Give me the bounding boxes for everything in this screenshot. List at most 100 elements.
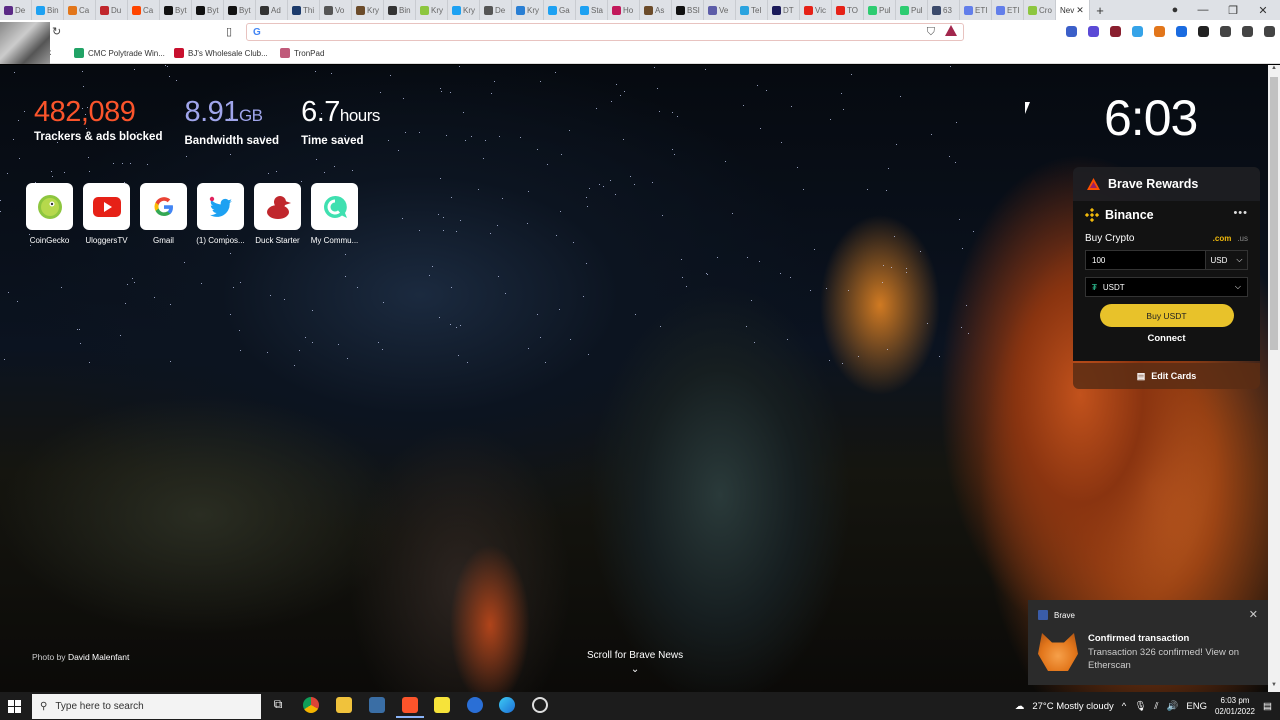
- domain-com-toggle[interactable]: .com: [1213, 234, 1232, 243]
- extension-icon[interactable]: [1242, 26, 1253, 37]
- extension-icon[interactable]: [1088, 26, 1099, 37]
- browser-tab[interactable]: Bin: [32, 0, 64, 20]
- browser-tab[interactable]: Kry: [416, 0, 448, 20]
- browser-tab[interactable]: Du: [96, 0, 128, 20]
- language-indicator[interactable]: ENG: [1186, 701, 1207, 712]
- browser-tab[interactable]: De: [480, 0, 512, 20]
- browser-tab[interactable]: Kry: [352, 0, 384, 20]
- scroll-up-arrow[interactable]: ▲: [1268, 65, 1280, 75]
- browser-tab[interactable]: Bin: [384, 0, 416, 20]
- extension-icon[interactable]: [1154, 26, 1165, 37]
- browser-tab[interactable]: DT: [768, 0, 800, 20]
- bookmark-item[interactable]: BJ's Wholesale Club...: [174, 48, 268, 58]
- brave-taskbar-icon[interactable]: [396, 697, 424, 718]
- minimize-button[interactable]: —: [1188, 0, 1218, 20]
- browser-tab[interactable]: Cro: [1024, 0, 1056, 20]
- buy-button[interactable]: Buy USDT: [1099, 304, 1234, 327]
- reload-icon[interactable]: ↻: [52, 25, 61, 38]
- extension-icon[interactable]: [1198, 26, 1209, 37]
- asset-select[interactable]: ₮ USDT ⌵: [1085, 277, 1248, 297]
- browser-tab[interactable]: Kry: [512, 0, 544, 20]
- browser-tab[interactable]: As: [640, 0, 672, 20]
- network-icon[interactable]: ⫽: [1154, 701, 1158, 712]
- browser-tab[interactable]: ETI: [992, 0, 1024, 20]
- windows-start-icon[interactable]: [8, 700, 21, 713]
- profile-button[interactable]: ●: [1160, 0, 1190, 20]
- browser-tab[interactable]: Sta: [576, 0, 608, 20]
- scroll-down-arrow[interactable]: ▼: [1268, 682, 1280, 692]
- browser-tab[interactable]: Ga: [544, 0, 576, 20]
- action-center-icon[interactable]: ▤: [1263, 701, 1272, 712]
- extension-icon[interactable]: [1264, 26, 1275, 37]
- app-icon[interactable]: [467, 697, 483, 713]
- browser-tab[interactable]: Ve: [704, 0, 736, 20]
- bookmark-item[interactable]: CMC Polytrade Win...: [74, 48, 165, 58]
- close-window-button[interactable]: ✕: [1248, 0, 1278, 20]
- browser-tab[interactable]: Vic: [800, 0, 832, 20]
- bookmark-icon[interactable]: ▯: [226, 25, 232, 38]
- top-site-uloggerstv[interactable]: UloggersTV: [83, 183, 130, 245]
- taskbar-search[interactable]: ⚲ Type here to search: [32, 694, 261, 719]
- new-tab-button[interactable]: +: [1090, 3, 1110, 18]
- top-site-twitter[interactable]: (1) Compos...: [196, 183, 245, 245]
- browser-tab[interactable]: Tel: [736, 0, 768, 20]
- close-icon[interactable]: ✕: [1249, 608, 1258, 621]
- active-tab[interactable]: Nev ✕: [1056, 0, 1090, 20]
- browser-tab[interactable]: Thi: [288, 0, 320, 20]
- obs-icon[interactable]: [532, 697, 548, 713]
- edge-icon[interactable]: [499, 697, 515, 713]
- address-bar[interactable]: G ⛉: [246, 23, 964, 41]
- extension-icon[interactable]: [1176, 26, 1187, 37]
- browser-tab[interactable]: Kry: [448, 0, 480, 20]
- brave-rewards-card-header[interactable]: Brave Rewards: [1073, 167, 1260, 201]
- show-hidden-icons[interactable]: ^: [1122, 701, 1126, 712]
- browser-tab[interactable]: Ho: [608, 0, 640, 20]
- close-tab-icon[interactable]: ✕: [1076, 5, 1084, 16]
- browser-tab[interactable]: TO: [832, 0, 864, 20]
- browser-tab[interactable]: Byt: [160, 0, 192, 20]
- volume-icon[interactable]: 🔊: [1167, 701, 1179, 712]
- brave-rewards-icon[interactable]: [945, 25, 957, 36]
- extension-icon[interactable]: [1110, 26, 1121, 37]
- browser-tab[interactable]: Ad: [256, 0, 288, 20]
- more-options-icon[interactable]: •••: [1233, 207, 1248, 219]
- browser-tab[interactable]: ETI: [960, 0, 992, 20]
- browser-tab[interactable]: 63: [928, 0, 960, 20]
- task-view-icon[interactable]: ⧉: [270, 697, 286, 713]
- extension-icon[interactable]: [1132, 26, 1143, 37]
- browser-tab[interactable]: Pul: [896, 0, 928, 20]
- top-site-coingecko[interactable]: CoinGecko: [26, 183, 73, 245]
- top-site-my-community[interactable]: My Commu...: [311, 183, 358, 245]
- brave-shield-icon[interactable]: ⛉: [927, 26, 935, 39]
- top-site-gmail[interactable]: Gmail: [140, 183, 187, 245]
- file-explorer-icon[interactable]: [336, 697, 352, 713]
- scroll-for-news[interactable]: Scroll for Brave News ⌄: [587, 650, 683, 675]
- photo-author-link[interactable]: David Malenfant: [68, 652, 129, 662]
- amount-input[interactable]: [1086, 251, 1205, 269]
- sticky-notes-icon[interactable]: [434, 697, 450, 713]
- weather-text[interactable]: 27°C Mostly cloudy: [1032, 701, 1113, 712]
- bookmark-item[interactable]: TronPad: [280, 48, 324, 58]
- page-scrollbar[interactable]: ▲ ▼: [1268, 65, 1280, 692]
- browser-tab[interactable]: Byt: [192, 0, 224, 20]
- top-site-duck-starter[interactable]: Duck Starter: [254, 183, 301, 245]
- edit-cards-button[interactable]: ▤ Edit Cards: [1073, 363, 1260, 389]
- calculator-icon[interactable]: [369, 697, 385, 713]
- system-notification[interactable]: Brave ✕ Confirmed transaction Transactio…: [1028, 600, 1268, 685]
- scrollbar-thumb[interactable]: [1270, 77, 1278, 350]
- browser-tab[interactable]: BSI: [672, 0, 704, 20]
- browser-tab[interactable]: Pul: [864, 0, 896, 20]
- domain-us-toggle[interactable]: .us: [1237, 234, 1248, 243]
- connect-button[interactable]: Connect: [1085, 333, 1248, 344]
- browser-tab[interactable]: De: [0, 0, 32, 20]
- taskbar-clock[interactable]: 6:03 pm 02/01/2022: [1215, 695, 1255, 717]
- browser-tab[interactable]: Ca: [128, 0, 160, 20]
- extension-icon[interactable]: [1066, 26, 1077, 37]
- fiat-currency-select[interactable]: USD ⌵: [1205, 251, 1247, 269]
- extension-icon[interactable]: [1220, 26, 1231, 37]
- browser-tab[interactable]: Byt: [224, 0, 256, 20]
- browser-tab[interactable]: Vo: [320, 0, 352, 20]
- browser-tab[interactable]: Ca: [64, 0, 96, 20]
- chrome-icon[interactable]: [303, 697, 319, 713]
- microphone-icon[interactable]: 🎙: [1134, 701, 1146, 712]
